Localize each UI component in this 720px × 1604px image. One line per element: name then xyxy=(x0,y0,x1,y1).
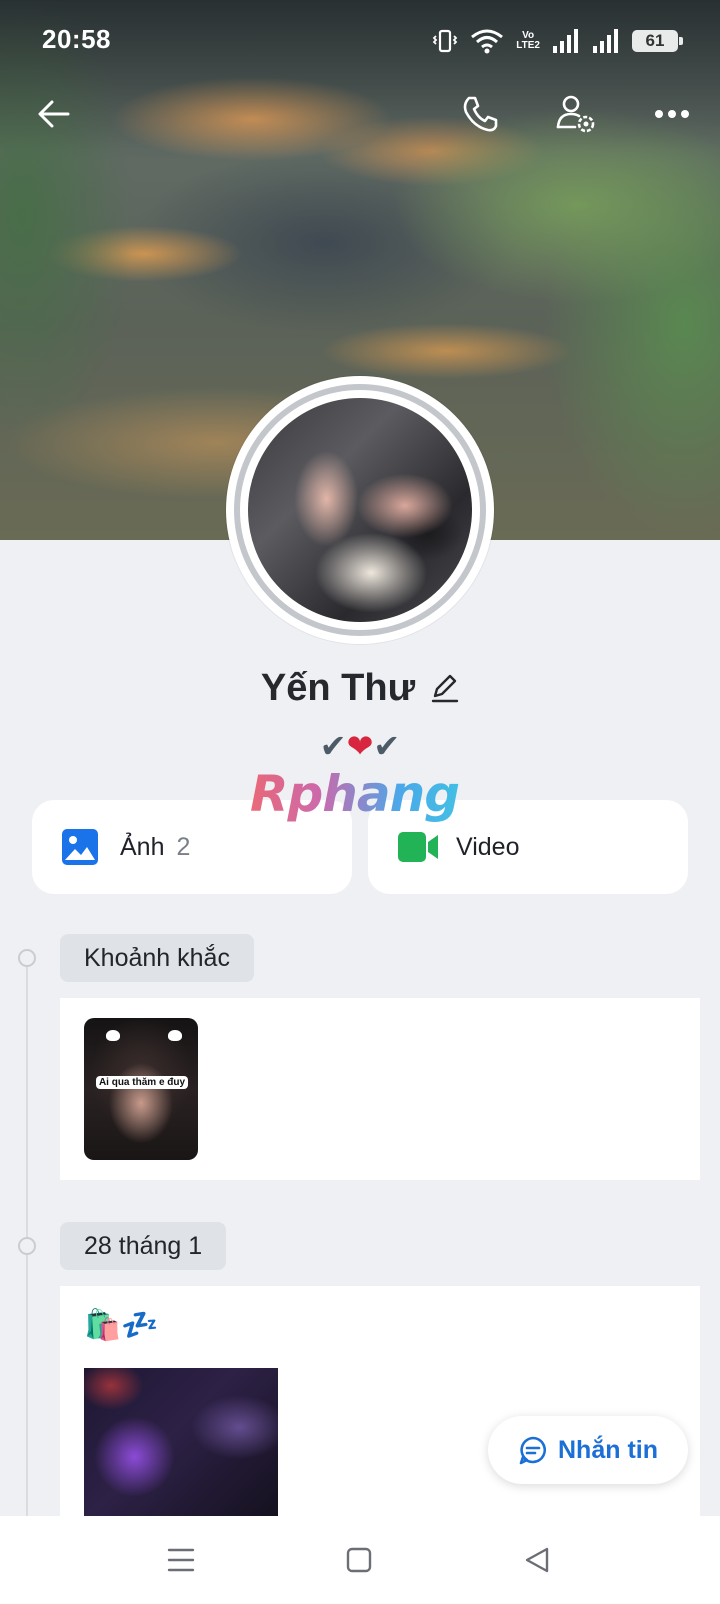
moments-card: Ai qua thăm e đuy xyxy=(60,998,700,1180)
photos-count: 2 xyxy=(176,832,191,861)
lte-bottom-label: LTE2 xyxy=(516,40,540,51)
system-back-button[interactable] xyxy=(519,1542,555,1578)
back-arrow-icon xyxy=(38,100,70,128)
bio-check-left: ✔ xyxy=(319,728,347,764)
photos-label-text: Ảnh xyxy=(120,832,165,861)
more-icon xyxy=(655,110,689,118)
photo-icon xyxy=(62,829,98,865)
call-button[interactable] xyxy=(454,88,506,140)
profile-settings-button[interactable] xyxy=(550,88,602,140)
bio-check-right: ✔ xyxy=(373,728,401,764)
moment-caption: Ai qua thăm e đuy xyxy=(96,1076,188,1089)
avatar-frame xyxy=(226,376,494,644)
timeline-dot xyxy=(18,1237,36,1255)
send-message-button[interactable]: Nhắn tin xyxy=(488,1416,688,1484)
more-options-button[interactable] xyxy=(646,88,698,140)
avatar[interactable] xyxy=(248,398,472,622)
user-settings-icon xyxy=(556,95,595,133)
photos-label: Ảnh 2 xyxy=(120,833,190,862)
phone-icon xyxy=(463,96,498,132)
moment-thumbnail[interactable]: Ai qua thăm e đuy xyxy=(84,1018,198,1160)
back-triangle-icon xyxy=(525,1547,549,1573)
moments-section-title: Khoảnh khắc xyxy=(60,934,254,982)
system-menu-button[interactable] xyxy=(163,1542,199,1578)
edit-pencil-icon[interactable] xyxy=(429,672,459,704)
bunny-ear-right xyxy=(168,1030,182,1041)
watermark-logo: Rphang xyxy=(250,766,480,822)
status-icons: Vo LTE2 61 xyxy=(432,26,683,56)
vibrate-icon xyxy=(433,29,458,53)
bio-heart: ❤ xyxy=(346,728,374,764)
top-nav xyxy=(0,80,720,150)
status-bar: 20:58 Vo LTE2 61 xyxy=(0,0,720,80)
system-nav-bar xyxy=(0,1516,720,1604)
signal-2-icon xyxy=(593,29,618,53)
signal-1-icon xyxy=(553,29,578,53)
status-time: 20:58 xyxy=(42,24,111,54)
videos-label: Video xyxy=(456,832,520,861)
menu-icon xyxy=(167,1548,195,1572)
bunny-ear-left xyxy=(106,1030,120,1041)
profile-bio: ✔❤✔ xyxy=(0,726,720,766)
video-camera-icon xyxy=(398,832,438,862)
date-section-title: 28 tháng 1 xyxy=(60,1222,227,1270)
send-message-label: Nhắn tin xyxy=(558,1435,658,1464)
wifi-icon xyxy=(471,29,504,54)
profile-name-row: Yến Thư xyxy=(0,658,720,718)
chat-bubble-icon xyxy=(519,1436,546,1465)
lte-indicator: Vo LTE2 xyxy=(516,31,540,51)
profile-name: Yến Thư xyxy=(260,666,416,709)
timeline-dot xyxy=(18,949,36,967)
post-text: 🛍️💤 xyxy=(84,1309,159,1342)
system-home-button[interactable] xyxy=(341,1542,377,1578)
home-icon xyxy=(346,1547,372,1573)
battery-indicator: 61 xyxy=(632,30,683,52)
post-image[interactable] xyxy=(84,1368,278,1516)
back-button[interactable] xyxy=(28,88,80,140)
